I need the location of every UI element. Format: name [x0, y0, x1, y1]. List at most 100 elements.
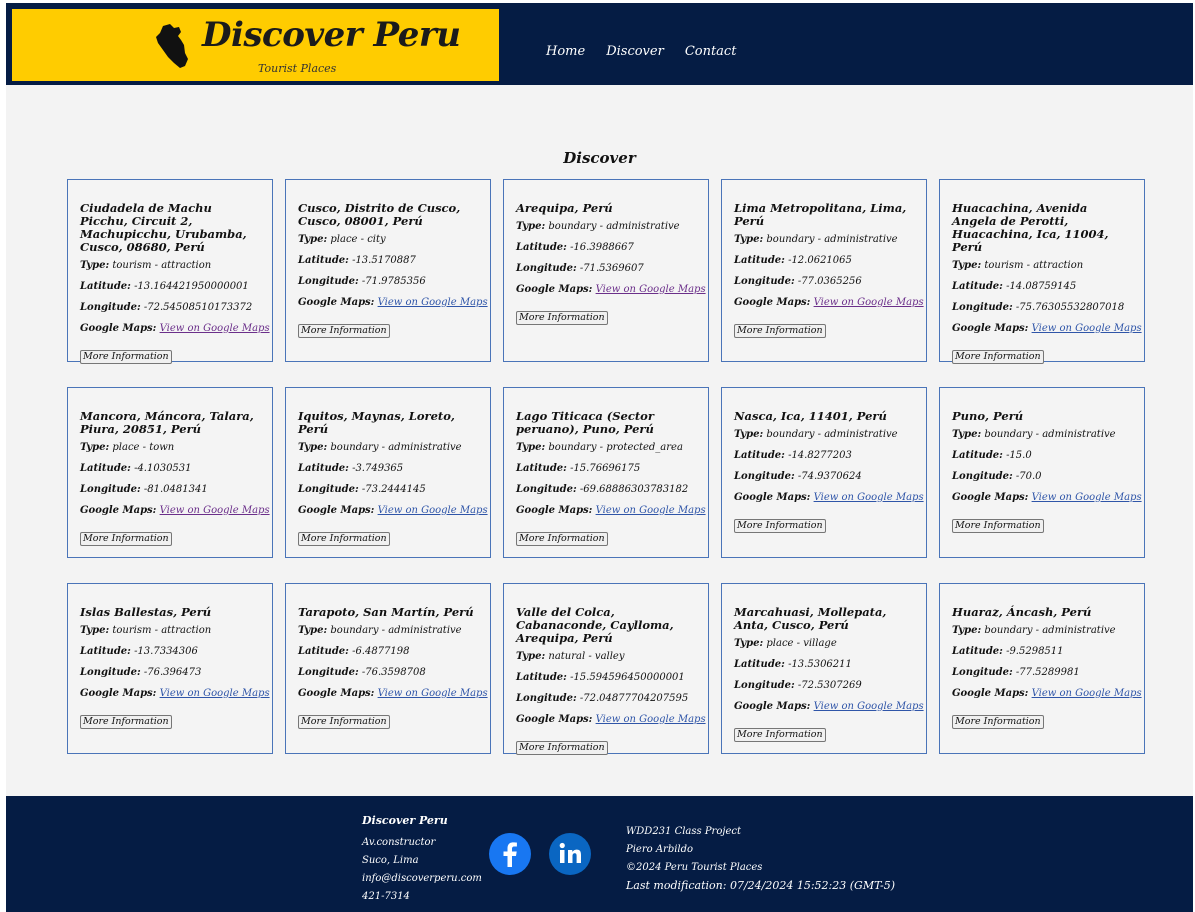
more-information-button[interactable]: More Information — [298, 532, 390, 546]
place-name: Nasca, Ica, 11401, Perú — [734, 409, 887, 423]
place-type: Type: boundary - administrative — [952, 625, 1132, 637]
latitude-value: -6.4877198 — [352, 646, 410, 657]
google-maps-link[interactable]: View on Google Maps — [1032, 323, 1142, 334]
place-type: Type: boundary - administrative — [734, 429, 914, 441]
longitude-value: -71.9785356 — [361, 276, 426, 287]
more-information-button[interactable]: More Information — [516, 741, 608, 755]
maps-label: Google Maps: — [80, 323, 157, 334]
latitude-label: Latitude: — [734, 450, 785, 461]
linkedin-icon[interactable] — [549, 833, 591, 875]
type-value: boundary - administrative — [766, 234, 898, 245]
google-maps-link[interactable]: View on Google Maps — [814, 297, 924, 308]
type-label: Type: — [80, 625, 110, 636]
latitude-value: -15.594596450000001 — [570, 672, 685, 683]
longitude-label: Longitude: — [298, 276, 359, 287]
more-information-button[interactable]: More Information — [298, 324, 390, 338]
google-maps-link[interactable]: View on Google Maps — [378, 688, 488, 699]
maps-label: Google Maps: — [952, 688, 1029, 699]
place-longitude: Longitude: -69.68886303783182 — [516, 484, 696, 496]
place-longitude: Longitude: -72.5307269 — [734, 680, 914, 692]
longitude-label: Longitude: — [952, 667, 1013, 678]
type-label: Type: — [298, 625, 328, 636]
place-card: Nasca, Ica, 11401, Perú Type: boundary -… — [721, 387, 927, 558]
google-maps-link[interactable]: View on Google Maps — [814, 492, 924, 503]
maps-label: Google Maps: — [80, 688, 157, 699]
brand-banner[interactable]: Discover Peru Tourist Places — [12, 9, 499, 81]
type-label: Type: — [80, 442, 110, 453]
latitude-value: -15.0 — [1006, 450, 1032, 461]
maps-label: Google Maps: — [952, 323, 1029, 334]
google-maps-link[interactable]: View on Google Maps — [378, 505, 488, 516]
place-name: Islas Ballestas, Perú — [80, 605, 212, 619]
place-card: Lima Metropolitana, Lima, Perú Type: bou… — [721, 179, 927, 362]
place-card: Ciudadela de Machu Picchu, Circuit 2, Ma… — [67, 179, 273, 364]
place-latitude: Latitude: -15.0 — [952, 450, 1132, 462]
place-type: Type: boundary - administrative — [952, 429, 1132, 441]
google-maps-link[interactable]: View on Google Maps — [596, 505, 706, 516]
type-value: boundary - administrative — [984, 429, 1116, 440]
place-card: Valle del Colca, Cabanaconde, Caylloma, … — [503, 583, 709, 755]
latitude-label: Latitude: — [298, 463, 349, 474]
type-value: boundary - administrative — [766, 429, 898, 440]
more-information-button[interactable]: More Information — [952, 715, 1044, 729]
longitude-label: Longitude: — [80, 667, 141, 678]
type-label: Type: — [734, 638, 764, 649]
more-information-button[interactable]: More Information — [734, 728, 826, 742]
google-maps-link[interactable]: View on Google Maps — [814, 701, 924, 712]
type-value: boundary - administrative — [548, 221, 680, 232]
google-maps-link[interactable]: View on Google Maps — [160, 505, 270, 516]
google-maps-link[interactable]: View on Google Maps — [378, 297, 488, 308]
place-latitude: Latitude: -13.5306211 — [734, 659, 914, 671]
more-information-button[interactable]: More Information — [952, 350, 1044, 364]
place-maps: Google Maps: View on Google Maps — [734, 701, 924, 713]
longitude-label: Longitude: — [516, 263, 577, 274]
type-value: tourism - attraction — [984, 260, 1084, 271]
footer-info: WDD231 Class Project Piero Arbildo ©2024… — [626, 823, 895, 895]
google-maps-link[interactable]: View on Google Maps — [160, 323, 270, 334]
more-information-button[interactable]: More Information — [516, 311, 608, 325]
place-card: Arequipa, Perú Type: boundary - administ… — [503, 179, 709, 362]
nav-discover[interactable]: Discover — [606, 44, 664, 59]
nav-home[interactable]: Home — [546, 44, 585, 59]
latitude-label: Latitude: — [80, 281, 131, 292]
place-name: Arequipa, Perú — [516, 201, 613, 215]
google-maps-link[interactable]: View on Google Maps — [160, 688, 270, 699]
footer-email[interactable]: info@discoverperu.com — [362, 870, 482, 888]
social-links — [489, 833, 591, 875]
place-maps: Google Maps: View on Google Maps — [516, 284, 706, 296]
more-information-button[interactable]: More Information — [734, 324, 826, 338]
google-maps-link[interactable]: View on Google Maps — [1032, 688, 1142, 699]
google-maps-link[interactable]: View on Google Maps — [596, 284, 706, 295]
place-longitude: Longitude: -71.5369607 — [516, 263, 696, 275]
longitude-label: Longitude: — [516, 484, 577, 495]
more-information-button[interactable]: More Information — [734, 519, 826, 533]
longitude-value: -77.5289981 — [1015, 667, 1080, 678]
google-maps-link[interactable]: View on Google Maps — [596, 714, 706, 725]
place-card: Tarapoto, San Martín, Perú Type: boundar… — [285, 583, 491, 754]
maps-label: Google Maps: — [734, 701, 811, 712]
place-type: Type: tourism - attraction — [952, 260, 1132, 272]
type-label: Type: — [298, 442, 328, 453]
more-information-button[interactable]: More Information — [80, 532, 172, 546]
more-information-button[interactable]: More Information — [80, 350, 172, 364]
type-value: place - city — [330, 234, 386, 245]
more-information-button[interactable]: More Information — [80, 715, 172, 729]
nav-contact[interactable]: Contact — [685, 44, 737, 59]
places-grid: Ciudadela de Machu Picchu, Circuit 2, Ma… — [67, 179, 1145, 779]
facebook-icon[interactable] — [489, 833, 531, 875]
place-latitude: Latitude: -13.7334306 — [80, 646, 260, 658]
latitude-value: -16.3988667 — [570, 242, 634, 253]
google-maps-link[interactable]: View on Google Maps — [1032, 492, 1142, 503]
type-label: Type: — [952, 625, 982, 636]
type-label: Type: — [734, 429, 764, 440]
type-value: boundary - administrative — [984, 625, 1116, 636]
more-information-button[interactable]: More Information — [298, 715, 390, 729]
place-type: Type: place - city — [298, 234, 478, 246]
latitude-label: Latitude: — [298, 646, 349, 657]
maps-label: Google Maps: — [516, 505, 593, 516]
latitude-label: Latitude: — [734, 659, 785, 670]
more-information-button[interactable]: More Information — [952, 519, 1044, 533]
more-information-button[interactable]: More Information — [516, 532, 608, 546]
longitude-value: -71.5369607 — [579, 263, 644, 274]
latitude-value: -14.8277203 — [788, 450, 852, 461]
